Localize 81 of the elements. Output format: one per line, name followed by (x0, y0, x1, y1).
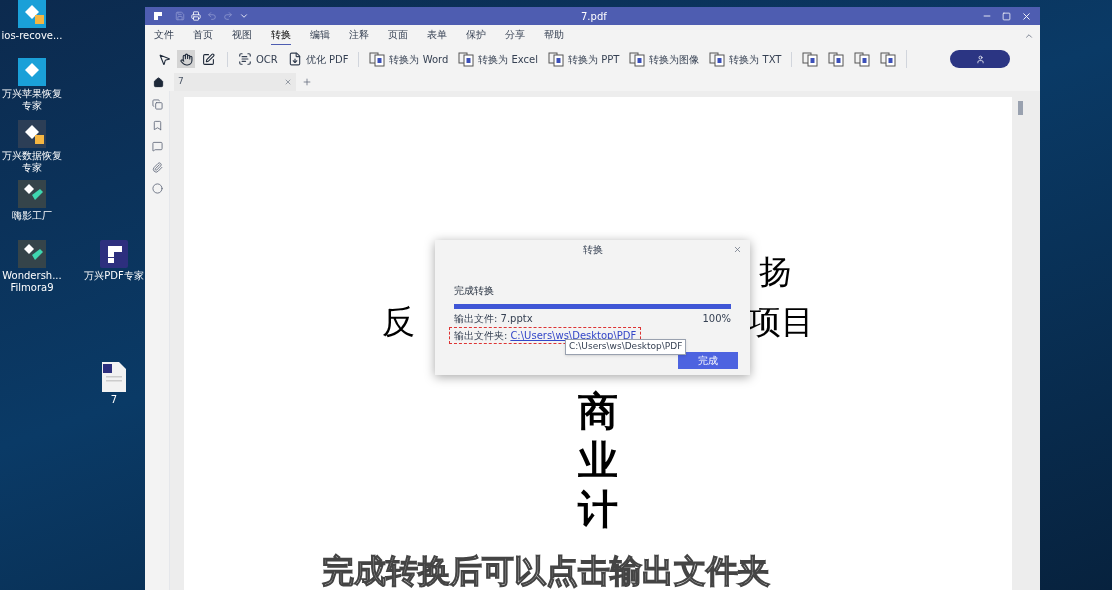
convert-icon (880, 51, 897, 67)
convert-button[interactable]: 转换为 PPT (548, 51, 620, 67)
ocr-icon (238, 52, 252, 66)
status-text: 完成转换 (454, 284, 495, 298)
done-button[interactable]: 完成 (678, 352, 738, 369)
maximize-icon[interactable] (1002, 11, 1011, 21)
more-icon[interactable] (239, 11, 249, 21)
convert-button[interactable]: 转换为 TXT (709, 51, 782, 67)
menu-tab[interactable]: 转换 (271, 25, 291, 45)
app-icon (18, 58, 46, 86)
app-icon (18, 120, 46, 148)
attachment-icon[interactable] (151, 162, 163, 173)
app-icon (18, 180, 46, 208)
app-logo-icon (153, 11, 163, 21)
folder-label: 输出文件夹: (454, 329, 508, 343)
print-icon[interactable] (191, 11, 201, 21)
document-title-char: 商 (578, 387, 618, 436)
collapse-icon[interactable] (1024, 31, 1034, 41)
app-icon (18, 240, 46, 268)
close-icon[interactable] (733, 244, 742, 254)
document-text: 扬 (759, 252, 792, 292)
home-icon[interactable] (153, 76, 164, 88)
window-title: 7.pdf (581, 9, 607, 24)
desktop-icon-label[interactable]: 7 (81, 394, 147, 406)
desktop-icon-label[interactable]: Wondersh... Filmora9 (0, 270, 65, 294)
menu-tab[interactable]: 帮助 (544, 26, 564, 44)
convert-button[interactable] (828, 51, 845, 67)
menu-tab[interactable]: 页面 (388, 26, 408, 44)
dialog-title: 转换 (582, 242, 603, 257)
new-tab-icon[interactable] (302, 77, 312, 87)
desktop-icon-label[interactable]: 万兴数据恢复专家 (0, 150, 65, 174)
menu-tab[interactable]: 分享 (505, 26, 525, 44)
menu-tab[interactable]: 保护 (466, 26, 486, 44)
close-icon[interactable] (1021, 10, 1032, 22)
desktop-icon-label[interactable]: 万兴PDF专家 (81, 270, 147, 282)
convert-icon (629, 51, 646, 67)
app-icon (18, 0, 46, 28)
output-file-text: 输出文件: 7.pptx (454, 312, 533, 326)
menu-tab[interactable]: 视图 (232, 26, 252, 44)
convert-button[interactable] (802, 51, 819, 67)
convert-icon (458, 51, 475, 67)
desktop-icon-label[interactable]: ios-recove... (0, 30, 65, 42)
file-icon (102, 362, 126, 392)
convert-icon (802, 51, 819, 67)
convert-icon (369, 51, 386, 67)
menu-tab[interactable]: 文件 (154, 26, 174, 44)
document-title-char: 计 (578, 485, 618, 534)
convert-button[interactable] (880, 51, 897, 67)
desktop-icon-label[interactable]: 万兴苹果恢复专家 (0, 88, 65, 112)
document-title-char: 业 (578, 436, 618, 485)
convert-icon (709, 51, 726, 67)
convert-button[interactable]: 优化 PDF (287, 51, 349, 67)
convert-icon (548, 51, 565, 67)
menu-tab[interactable]: 表单 (427, 26, 447, 44)
convert-button[interactable]: OCR (238, 51, 278, 67)
scrollbar-thumb[interactable] (1017, 101, 1023, 115)
convert-button[interactable]: 转换为 Excel (458, 51, 539, 67)
pages-icon[interactable] (151, 99, 163, 110)
convert-button[interactable] (854, 51, 871, 67)
bookmark-icon[interactable] (151, 120, 163, 131)
account-button[interactable] (950, 50, 1010, 68)
optimize-icon (287, 52, 302, 66)
convert-button[interactable]: 转换为图像 (629, 51, 700, 67)
document-text: 项目 (748, 302, 814, 342)
convert-button[interactable]: 转换为 Word (369, 51, 449, 67)
document-text: 反 (382, 302, 415, 342)
desktop-icon-label[interactable]: 嗨影工厂 (0, 210, 65, 222)
hand-tool[interactable] (177, 50, 195, 68)
tab-close-icon[interactable] (284, 78, 292, 86)
percent-text: 100% (702, 312, 731, 326)
tooltip: C:\Users\ws\Desktop\PDF (565, 339, 687, 355)
document-tab[interactable]: 7 (174, 73, 296, 91)
comment-icon[interactable] (151, 141, 163, 152)
video-subtitle: 完成转换后可以点击输出文件夹 (322, 552, 770, 590)
convert-icon (828, 51, 845, 67)
convert-icon (854, 51, 871, 67)
menu-tab[interactable]: 编辑 (310, 26, 330, 44)
app-icon (100, 240, 128, 268)
user-icon (975, 54, 985, 64)
menu-tab[interactable]: 首页 (193, 26, 213, 44)
menu-tab[interactable]: 注释 (349, 26, 369, 44)
